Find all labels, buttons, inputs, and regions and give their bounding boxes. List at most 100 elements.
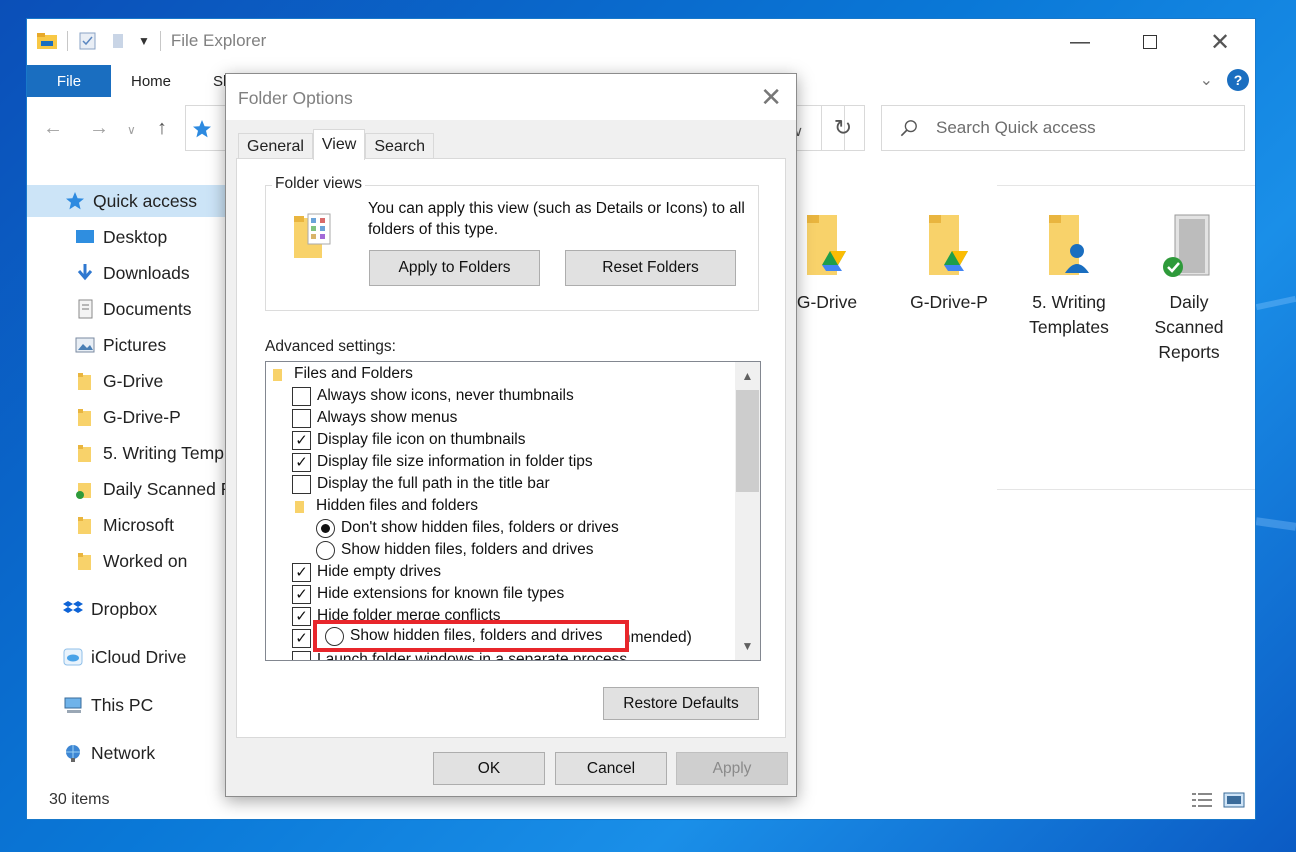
sidebar-item-quick-access[interactable]: Quick access: [27, 185, 227, 217]
window-controls: — ✕: [1045, 19, 1255, 65]
sidebar-item-writing-templates[interactable]: 5. Writing Temp: [75, 437, 224, 469]
customize-toolbar-chevron-icon[interactable]: ▼: [138, 34, 150, 48]
reset-folders-button[interactable]: Reset Folders: [565, 250, 736, 286]
option-show-hidden-underlying[interactable]: Show hidden files, folders and drives: [316, 539, 593, 561]
sidebar-item-documents[interactable]: Documents: [75, 293, 192, 325]
tile-g-drive-p[interactable]: G-Drive-P: [899, 213, 999, 315]
dialog-close-icon[interactable]: ✕: [760, 82, 782, 113]
minimize-button[interactable]: —: [1045, 19, 1115, 65]
option-always-show-icons[interactable]: Always show icons, never thumbnails: [292, 385, 574, 407]
network-icon: [66, 745, 80, 762]
tile-writing-templates[interactable]: 5. Writing Templates: [1019, 213, 1119, 340]
sidebar-item-worked-on[interactable]: Worked on: [75, 545, 187, 577]
tree-scrollbar[interactable]: ▲ ▼: [735, 362, 760, 660]
option-always-show-menus[interactable]: Always show menus: [292, 407, 457, 429]
ribbon-right-controls: ⌄ ?: [1200, 69, 1249, 91]
option-hide-empty-drives[interactable]: ✓ Hide empty drives: [292, 561, 441, 583]
tab-view[interactable]: View: [312, 129, 366, 160]
radio-unselected[interactable]: [316, 540, 335, 560]
checkbox-checked[interactable]: ✓: [292, 606, 311, 626]
sidebar-item-icloud-drive[interactable]: iCloud Drive: [63, 641, 186, 673]
apply-to-folders-button[interactable]: Apply to Folders: [369, 250, 540, 286]
scroll-up-chevron-icon[interactable]: ▲: [735, 364, 760, 388]
scroll-thumb[interactable]: [736, 390, 759, 492]
folder-icon: [78, 409, 91, 426]
option-label: Display file size information in folder …: [317, 453, 593, 470]
folder-icon: [78, 517, 91, 534]
checkbox-checked[interactable]: ✓: [292, 562, 311, 582]
dropbox-icon: [63, 601, 83, 613]
refresh-button[interactable]: ↻: [821, 105, 865, 151]
option-display-full-path[interactable]: Display the full path in the title bar: [292, 473, 550, 495]
recent-locations-chevron-icon[interactable]: ∨: [127, 123, 136, 137]
maximize-button[interactable]: [1115, 19, 1185, 65]
sidebar-item-daily-scanned-reports[interactable]: Daily Scanned R: [75, 473, 233, 505]
quick-access-star-icon: [193, 120, 211, 138]
folder-options-dialog: Folder Options ✕ General View Search Fol…: [225, 73, 797, 797]
documents-icon: [78, 299, 93, 319]
sidebar-item-microsoft[interactable]: Microsoft: [75, 509, 174, 541]
checkbox-unchecked[interactable]: [292, 408, 311, 428]
toolbar-separator: [159, 31, 161, 51]
checkbox-unchecked[interactable]: [292, 386, 311, 406]
sidebar-item-label: Microsoft: [103, 514, 174, 535]
folder-views-legend: Folder views: [272, 175, 365, 193]
tab-file[interactable]: File: [27, 65, 111, 97]
option-display-file-size-info[interactable]: ✓ Display file size information in folde…: [292, 451, 593, 473]
tab-general[interactable]: General: [238, 133, 313, 159]
checkbox-unchecked[interactable]: [292, 650, 311, 660]
sidebar-item-pictures[interactable]: Pictures: [75, 329, 166, 361]
close-icon: ✕: [1209, 28, 1231, 56]
option-label: Display file icon on thumbnails: [317, 431, 526, 448]
highlight-show-hidden-files[interactable]: Show hidden files, folders and drives: [313, 620, 629, 652]
sidebar-item-network[interactable]: Network: [63, 737, 155, 769]
close-button[interactable]: ✕: [1185, 19, 1255, 65]
search-box[interactable]: [881, 105, 1245, 151]
option-display-file-icon-on-thumbnails[interactable]: ✓ Display file icon on thumbnails: [292, 429, 526, 451]
checkbox-checked[interactable]: ✓: [292, 452, 311, 472]
large-icons-view-icon[interactable]: [1223, 791, 1245, 809]
google-drive-folder-icon: [807, 215, 846, 275]
option-label: Launch folder windows in a separate proc…: [317, 651, 628, 661]
new-folder-icon[interactable]: [108, 32, 128, 50]
desktop-light-ray: [1255, 517, 1296, 531]
explorer-titlebar: ▼ File Explorer — ✕: [27, 19, 1255, 65]
search-input[interactable]: [934, 117, 1214, 139]
sidebar-item-desktop[interactable]: Desktop: [75, 221, 167, 253]
details-view-icon[interactable]: [1191, 791, 1213, 809]
view-buttons: [1191, 791, 1245, 809]
radio-unselected[interactable]: [325, 626, 344, 646]
advanced-settings-tree[interactable]: Files and Folders Always show icons, nev…: [265, 361, 761, 661]
tab-search[interactable]: Search: [365, 133, 435, 159]
maximize-icon: [1143, 35, 1157, 49]
option-hide-extensions[interactable]: ✓ Hide extensions for known file types: [292, 583, 564, 605]
forward-arrow-icon[interactable]: →: [89, 117, 109, 140]
option-dont-show-hidden[interactable]: Don't show hidden files, folders or driv…: [316, 517, 619, 539]
scroll-down-chevron-icon[interactable]: ▼: [735, 634, 760, 658]
help-icon[interactable]: ?: [1227, 69, 1249, 91]
tile-daily-scanned-reports[interactable]: Daily Scanned Reports: [1139, 213, 1239, 365]
radio-selected[interactable]: [316, 518, 335, 538]
sidebar-item-this-pc[interactable]: This PC: [63, 689, 153, 721]
checkbox-checked[interactable]: ✓: [292, 430, 311, 450]
sidebar-item-downloads[interactable]: Downloads: [75, 257, 190, 289]
cancel-button[interactable]: Cancel: [555, 752, 667, 785]
sidebar-item-g-drive[interactable]: G-Drive: [75, 365, 163, 397]
tab-home[interactable]: Home: [131, 73, 171, 90]
icloud-icon: [63, 648, 83, 666]
properties-icon[interactable]: [78, 32, 98, 50]
checkbox-checked[interactable]: ✓: [292, 628, 311, 648]
folder-icon: [78, 553, 91, 570]
restore-defaults-button[interactable]: Restore Defaults: [603, 687, 759, 720]
checkbox-unchecked[interactable]: [292, 474, 311, 494]
item-count: 30 items: [49, 791, 110, 808]
tree-label: Files and Folders: [294, 365, 413, 382]
sidebar-item-dropbox[interactable]: Dropbox: [63, 593, 157, 625]
ok-button[interactable]: OK: [433, 752, 545, 785]
up-arrow-icon[interactable]: ↑: [157, 117, 167, 140]
back-arrow-icon[interactable]: ←: [43, 117, 63, 140]
apply-button[interactable]: Apply: [676, 752, 788, 785]
checkbox-checked[interactable]: ✓: [292, 584, 311, 604]
sidebar-item-g-drive-p[interactable]: G-Drive-P: [75, 401, 181, 433]
expand-ribbon-chevron-icon[interactable]: ⌄: [1200, 70, 1213, 90]
